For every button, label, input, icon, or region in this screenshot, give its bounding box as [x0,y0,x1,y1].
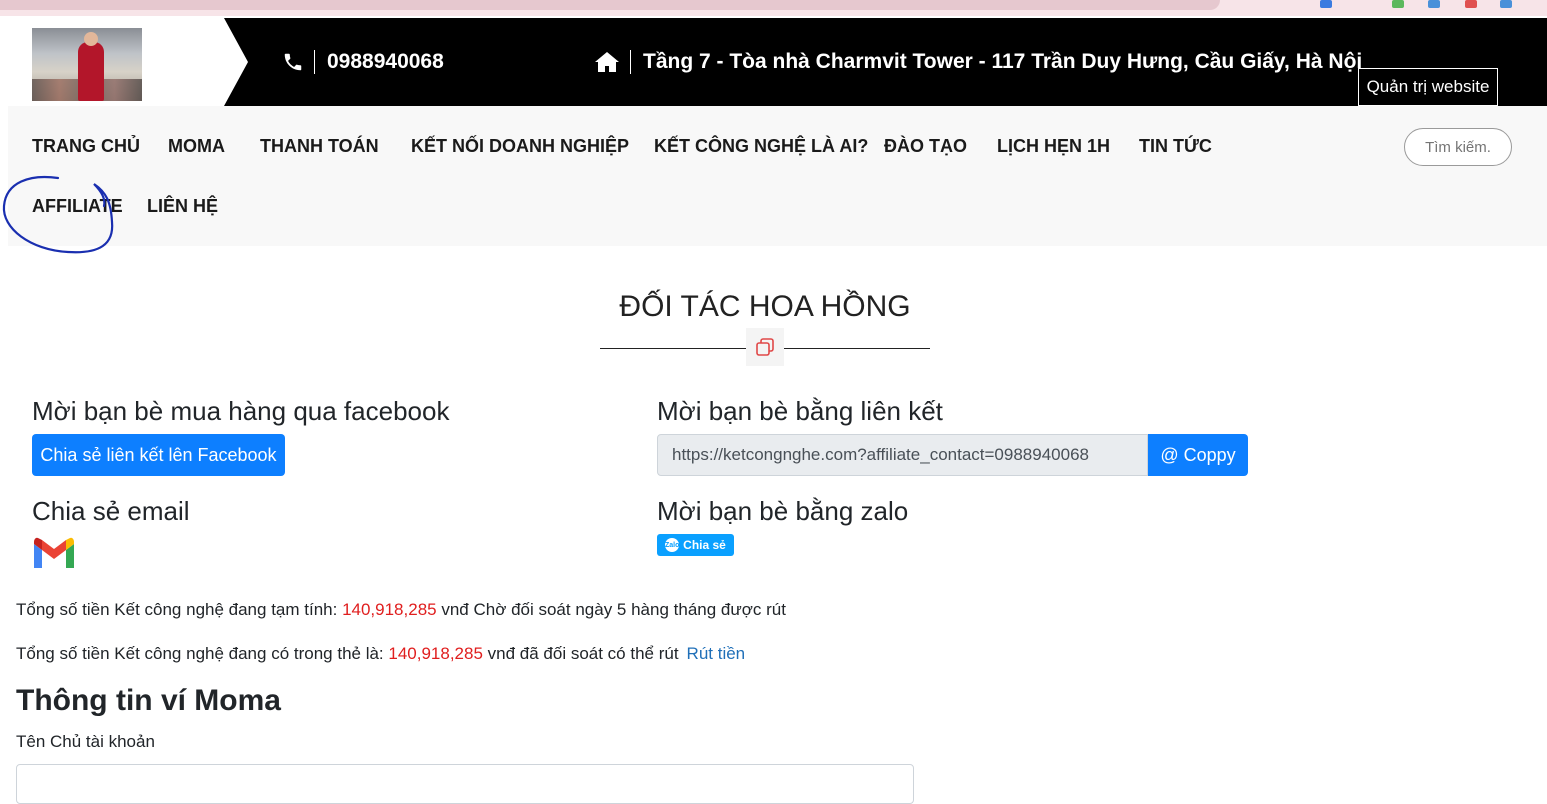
home-icon [594,50,631,74]
phone-icon [282,50,315,74]
zalo-share-button[interactable]: Zalo Chia sẻ [657,534,734,556]
phone-contact[interactable]: 0988940068 [282,18,444,106]
copy-icon [746,328,784,366]
copy-link-button[interactable]: @ Coppy [1148,434,1248,476]
account-owner-input[interactable] [16,764,914,804]
withdraw-link[interactable]: Rút tiền [687,644,746,663]
available-balance-amount: 140,918,285 [388,644,483,663]
main-navigation: TRANG CHỦ MOMA THANH TOÁN KẾT NỐI DOANH … [8,106,1547,246]
zalo-share-label: Chia sẻ [683,538,726,552]
nav-item-dao-tao[interactable]: ĐÀO TẠO [884,136,967,157]
browser-tab-strip [0,0,1547,16]
title-divider-left [600,348,746,349]
nav-item-lien-he[interactable]: LIÊN HỆ [147,196,218,217]
site-logo[interactable] [32,28,142,101]
nav-item-moma[interactable]: MOMA [168,136,225,157]
pending-balance-note: vnđ Chờ đối soát ngày 5 hàng tháng được … [436,600,786,619]
extension-icon[interactable] [1428,0,1440,8]
pending-balance-line: Tổng số tiền Kết công nghệ đang tạm tính… [16,600,786,620]
nav-item-ket-noi-doanh-nghiep[interactable]: KẾT NỐI DOANH NGHIỆP [411,136,629,157]
contact-topbar: 0988940068 Tầng 7 - Tòa nhà Charmvit Tow… [224,18,1547,106]
pending-balance-amount: 140,918,285 [342,600,437,619]
phone-number: 0988940068 [327,50,444,73]
address-text: Tầng 7 - Tòa nhà Charmvit Tower - 117 Tr… [643,50,1363,73]
page-title: ĐỐI TÁC HOA HỒNG [619,290,911,323]
affiliate-link-input[interactable] [657,434,1148,476]
browser-tab-bar [0,0,1220,10]
account-owner-label: Tên Chủ tài khoản [16,732,155,751]
available-balance-line: Tổng số tiền Kết công nghệ đang có trong… [16,644,745,664]
address-contact: Tầng 7 - Tòa nhà Charmvit Tower - 117 Tr… [594,18,1362,106]
wallet-section-title: Thông tin ví Moma [16,684,281,717]
nav-item-affiliate[interactable]: AFFILIATE [32,196,123,217]
nav-item-lich-hen-1h[interactable]: LỊCH HẸN 1H [997,136,1110,157]
zalo-share-heading: Mời bạn bè bằng zalo [657,496,909,526]
extension-icon[interactable] [1500,0,1512,8]
logo-figure-head [84,32,98,46]
nav-item-tin-tuc[interactable]: TIN TỨC [1139,136,1212,157]
nav-item-thanh-toan[interactable]: THANH TOÁN [260,136,379,157]
extension-icon[interactable] [1392,0,1404,8]
link-share-heading: Mời bạn bè bằng liên kết [657,396,943,426]
logo-figure [78,42,104,101]
share-facebook-button[interactable]: Chia sẻ liên kết lên Facebook [32,434,285,476]
zalo-icon: Zalo [665,538,679,552]
available-balance-label: Tổng số tiền Kết công nghệ đang có trong… [16,644,389,663]
title-divider-right [784,348,930,349]
admin-website-tooltip: Quản trị website [1358,68,1498,106]
nav-item-trang-chu[interactable]: TRANG CHỦ [32,136,140,157]
available-balance-note: vnđ đã đối soát có thể rút [482,644,679,663]
nav-item-ket-cong-nghe-la-ai[interactable]: KẾT CÔNG NGHỆ LÀ AI? [654,136,868,157]
email-share-heading: Chia sẻ email [32,496,190,526]
extension-icon[interactable] [1320,0,1332,8]
pending-balance-label: Tổng số tiền Kết công nghệ đang tạm tính… [16,600,343,619]
facebook-share-heading: Mời bạn bè mua hàng qua facebook [32,396,450,426]
search-input[interactable] [1404,128,1512,166]
gmail-icon[interactable] [32,536,76,572]
extension-icon[interactable] [1465,0,1477,8]
